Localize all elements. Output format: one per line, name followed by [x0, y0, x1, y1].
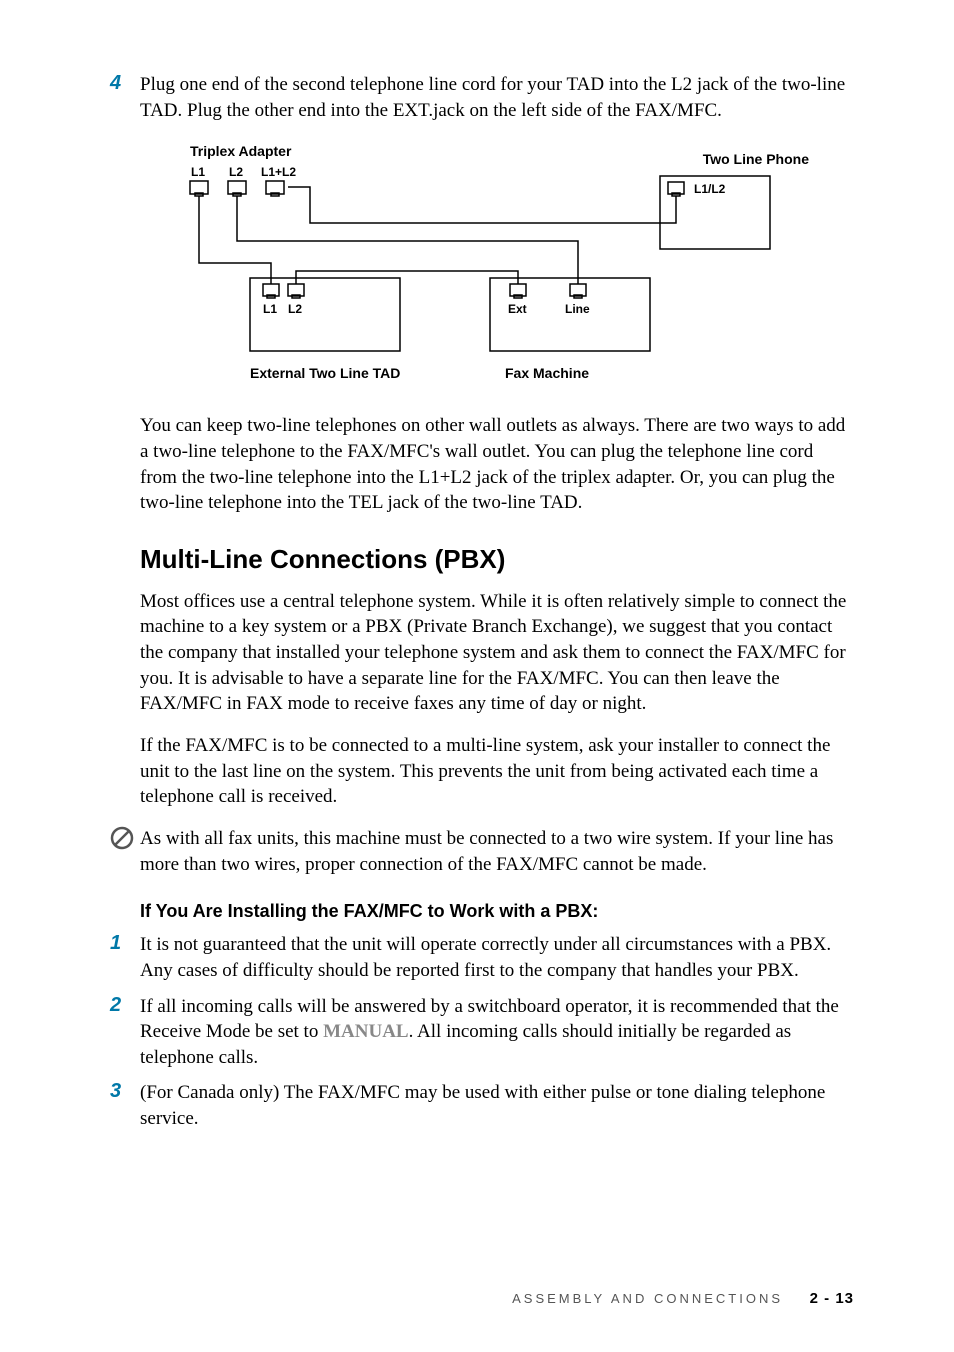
- manual-mode-label: MANUAL: [323, 1021, 409, 1042]
- step-4-text: Plug one end of the second telephone lin…: [140, 72, 854, 123]
- diagram-l1l2-label: L1+L2: [261, 165, 296, 179]
- svg-text:Ext: Ext: [508, 302, 527, 316]
- pbx-step-3-text: (For Canada only) The FAX/MFC may be use…: [140, 1080, 854, 1131]
- diagram-l2-label: L2: [229, 165, 243, 179]
- svg-text:L1: L1: [263, 302, 277, 316]
- svg-text:L1/L2: L1/L2: [694, 182, 726, 196]
- paragraph-after-diagram: You can keep two-line telephones on othe…: [140, 413, 854, 516]
- diagram-l1-label: L1: [191, 165, 205, 179]
- pbx-step-2-text: If all incoming calls will be answered b…: [140, 994, 854, 1071]
- external-tad-label: External Two Line TAD: [250, 365, 400, 381]
- two-line-phone-label: Two Line Phone: [703, 151, 809, 167]
- pbx-paragraph-1: Most offices use a central telephone sys…: [140, 589, 854, 717]
- note-text: As with all fax units, this machine must…: [140, 826, 854, 877]
- pbx-step-1-text: It is not guaranteed that the unit will …: [140, 932, 854, 983]
- svg-text:L2: L2: [288, 302, 302, 316]
- multi-line-heading: Multi-Line Connections (PBX): [140, 544, 854, 575]
- step-number-3: 3: [110, 1080, 140, 1131]
- prohibit-icon: [110, 826, 140, 877]
- pbx-step-3: 3 (For Canada only) The FAX/MFC may be u…: [140, 1080, 854, 1131]
- note-block: As with all fax units, this machine must…: [140, 826, 854, 877]
- connection-diagram: Triplex Adapter Two Line Phone External …: [170, 143, 854, 393]
- step-4: 4 Plug one end of the second telephone l…: [140, 72, 854, 123]
- page-number: 2 - 13: [810, 1290, 854, 1307]
- page-footer: ASSEMBLY AND CONNECTIONS 2 - 13: [512, 1290, 854, 1307]
- step-number-1: 1: [110, 932, 140, 983]
- pbx-paragraph-2: If the FAX/MFC is to be connected to a m…: [140, 733, 854, 810]
- pbx-install-heading: If You Are Installing the FAX/MFC to Wor…: [140, 901, 854, 922]
- step-number-4: 4: [110, 72, 140, 123]
- pbx-step-2: 2 If all incoming calls will be answered…: [140, 994, 854, 1071]
- svg-text:Line: Line: [565, 302, 590, 316]
- diagram-svg: L1 L2 L1+L2 L1/L2 L1 L2 Ext Line: [170, 143, 790, 363]
- step-number-2: 2: [110, 994, 140, 1071]
- pbx-step-1: 1 It is not guaranteed that the unit wil…: [140, 932, 854, 983]
- footer-section: ASSEMBLY AND CONNECTIONS: [512, 1291, 783, 1306]
- triplex-adapter-label: Triplex Adapter: [190, 143, 291, 159]
- fax-machine-label: Fax Machine: [505, 365, 589, 381]
